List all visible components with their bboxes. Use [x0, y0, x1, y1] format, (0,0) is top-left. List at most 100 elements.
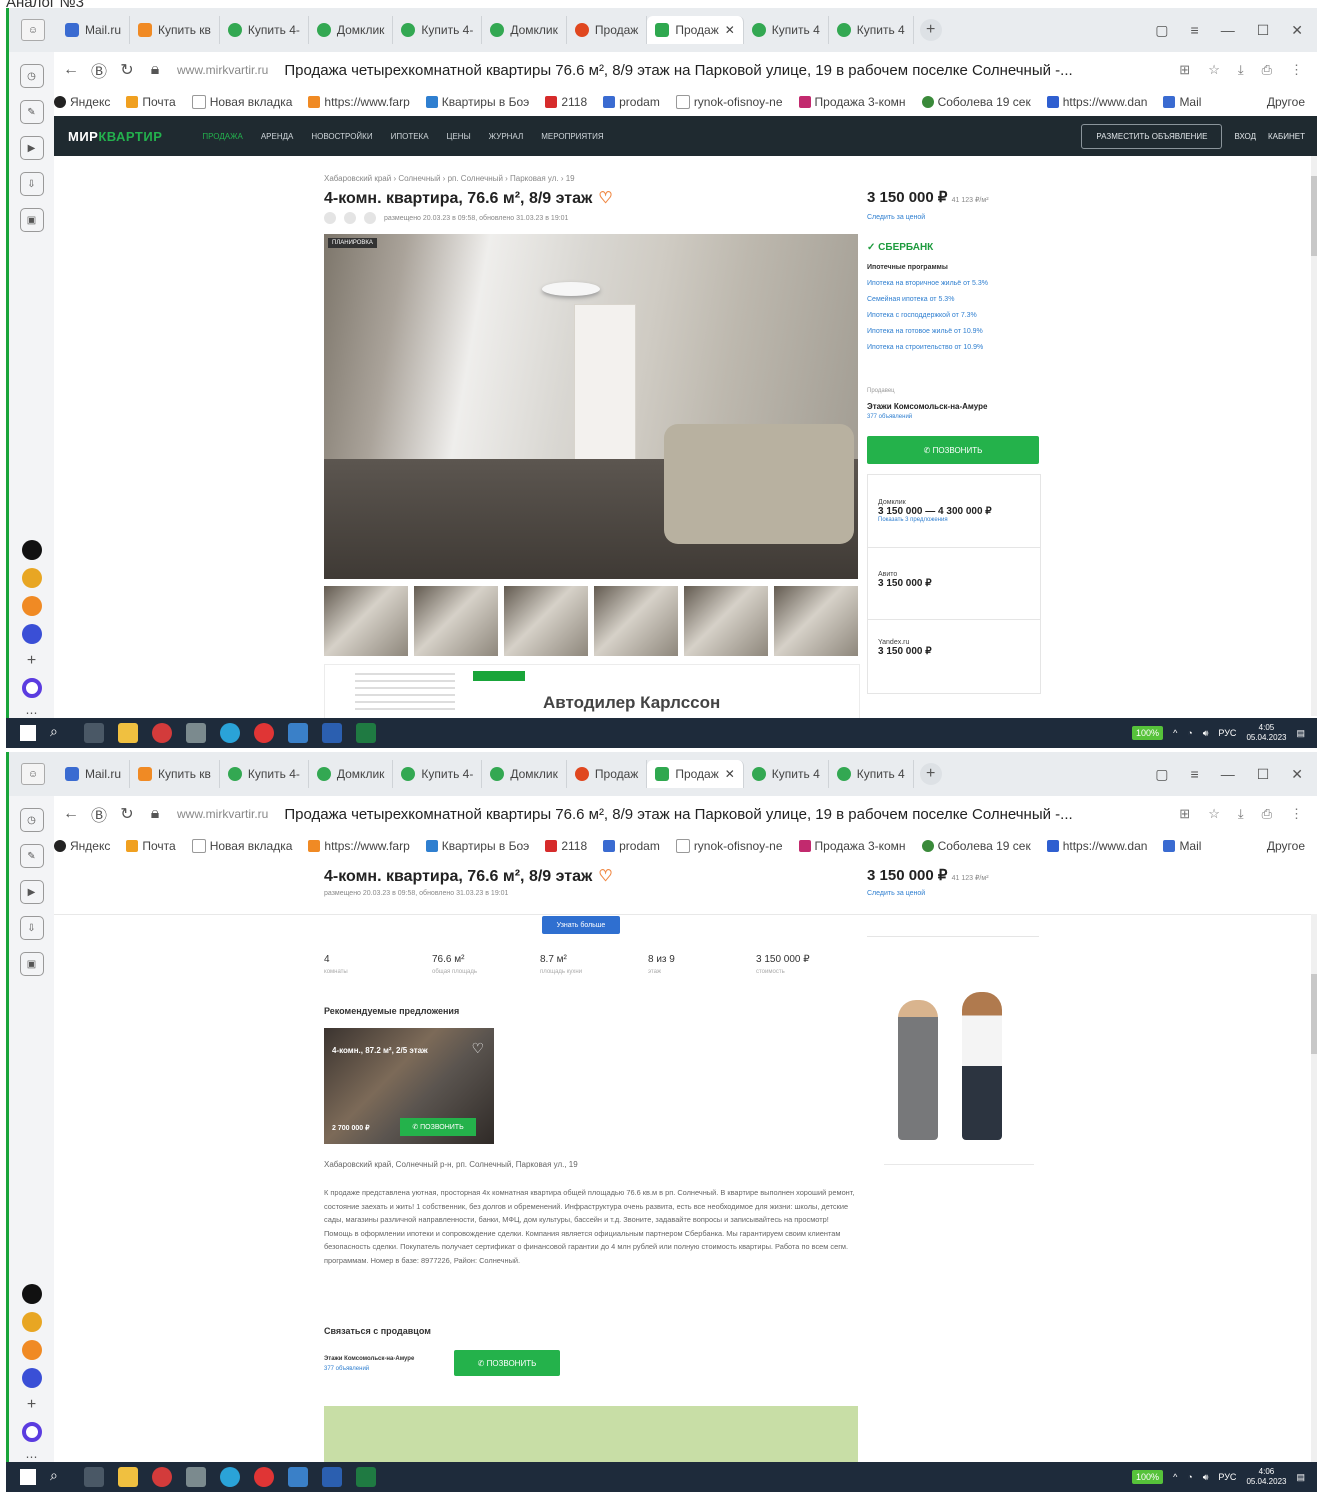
reader-icon[interactable]: ⊞ [1179, 806, 1190, 822]
notes-icon[interactable]: ✎ [19, 100, 44, 124]
close-window-icon[interactable]: ✕ [1291, 22, 1303, 39]
scrollbar-thumb[interactable] [1311, 176, 1317, 256]
share-icon[interactable] [364, 212, 376, 224]
history-icon[interactable]: ◷ [19, 64, 44, 88]
tab-kupit-4[interactable]: Купить 4- [220, 16, 309, 44]
thumbnail[interactable] [414, 586, 498, 656]
tab-kupit-4-d[interactable]: Купить 4 [829, 760, 914, 788]
bookmark-2118[interactable]: 2118 [545, 95, 587, 109]
tab-kupit-4-c[interactable]: Купить 4 [744, 760, 829, 788]
menu-icon[interactable]: ≡ [1191, 766, 1199, 783]
clock[interactable]: 4:06 05.04.2023 [1246, 1467, 1286, 1487]
play-icon[interactable]: ▶ [19, 880, 44, 904]
mortgage-item[interactable]: Ипотека на строительство от 10.9% [867, 344, 988, 351]
menu-icon[interactable]: ≡ [1191, 22, 1199, 39]
photos-icon[interactable] [288, 723, 308, 743]
download-icon[interactable]: ⤓ [1238, 62, 1244, 78]
nav-prodazha[interactable]: Продажа [202, 132, 242, 141]
language-indicator[interactable]: РУС [1218, 1472, 1236, 1482]
volume-icon[interactable]: 🔊︎ [1203, 728, 1209, 739]
back-icon[interactable]: ← [57, 805, 85, 823]
file-explorer-icon[interactable] [118, 723, 138, 743]
close-tab-icon[interactable]: ✕ [725, 767, 735, 781]
back-icon[interactable]: ← [57, 61, 85, 79]
nav-tseny[interactable]: Цены [447, 132, 471, 141]
edge-icon[interactable] [220, 1467, 240, 1487]
contact-seller-name[interactable]: Этажи Комсомольск-на-Амуре [324, 1356, 414, 1362]
bookmark-kvartiry[interactable]: Квартиры в Боэ [425, 95, 529, 109]
downloads-icon[interactable]: ⇩ [19, 172, 44, 196]
page-title-text[interactable]: Продажа четырехкомнатной квартиры 76.6 м… [284, 62, 1165, 79]
tab-prodazh-active[interactable]: Продаж ✕ [647, 16, 744, 44]
show-more-button[interactable]: Узнать больше [542, 916, 620, 934]
bookmark-yandex[interactable]: Яндекс [54, 839, 110, 853]
bookmark-other[interactable]: Другое [1267, 839, 1305, 853]
breadcrumb[interactable]: Хабаровский край › Солнечный › рп. Солне… [324, 174, 575, 183]
thumbnail[interactable] [594, 586, 678, 656]
mortgage-item[interactable]: Ипотека с господдержкой от 7.3% [867, 312, 988, 319]
yandex-b-icon[interactable]: Ⓑ [85, 802, 113, 826]
price-card-yandex[interactable]: Yandex.ru 3 150 000 ₽ [878, 639, 932, 657]
print-icon[interactable] [324, 212, 336, 224]
sberbank-logo[interactable]: ✓ СБЕРБАНК [867, 242, 933, 253]
bookmark-mail[interactable]: Mail [1163, 95, 1201, 109]
price-card-link[interactable]: Показать 3 предложения [878, 517, 992, 523]
bookmark-2118[interactable]: 2118 [545, 839, 587, 853]
app-blue-icon[interactable] [21, 1368, 42, 1388]
minimize-icon[interactable]: — [1221, 22, 1235, 39]
page-scrollbar[interactable] [1311, 156, 1317, 716]
bookmark-pochta[interactable]: Почта [126, 839, 176, 853]
bookmark-farp[interactable]: https://www.farp [308, 839, 410, 853]
notifications-icon[interactable]: ▤ [1296, 728, 1305, 739]
bookmark-star-icon[interactable]: ☆ [1208, 62, 1220, 78]
tab-mailru[interactable]: Mail.ru [57, 760, 131, 788]
tab-domclick[interactable]: Домклик [309, 16, 394, 44]
mortgage-item[interactable]: Ипотека на вторичное жильё от 5.3% [867, 280, 988, 287]
scrollbar-thumb[interactable] [1311, 974, 1317, 1054]
tab-kupit-4-b[interactable]: Купить 4- [393, 760, 483, 788]
bookmark-other[interactable]: Другое [1267, 95, 1305, 109]
add-app-icon[interactable]: + [27, 652, 36, 670]
thumbnail[interactable] [504, 586, 588, 656]
windows-start-icon[interactable] [20, 1469, 36, 1485]
app-orange-icon[interactable] [21, 596, 42, 616]
nav-arenda[interactable]: Аренда [261, 132, 294, 141]
promo-pagination[interactable] [884, 1150, 1034, 1165]
history-icon[interactable]: ◷ [19, 808, 44, 832]
bookmark-new-tab[interactable]: Новая вкладка [191, 95, 292, 109]
search-icon[interactable]: ⌕ [50, 723, 70, 743]
bookmark-soboleva[interactable]: Соболева 19 сек [921, 839, 1031, 853]
page-title-text[interactable]: Продажа четырехкомнатной квартиры 76.6 м… [284, 806, 1165, 823]
location-map[interactable] [324, 1406, 858, 1462]
reader-icon[interactable]: ⊞ [1179, 62, 1190, 78]
contact-seller-listings[interactable]: 377 объявлений [324, 1366, 369, 1372]
main-photo[interactable]: ПЛАНИРОВКА [324, 234, 858, 579]
rec-call-button[interactable]: ✆ ПОЗВОНИТЬ [400, 1118, 476, 1136]
app-yellow-icon[interactable] [21, 1312, 42, 1332]
app-icon[interactable] [186, 723, 206, 743]
maximize-icon[interactable]: ☐ [1257, 22, 1270, 39]
tab-kupit-4-b[interactable]: Купить 4- [393, 16, 483, 44]
contact-call-button[interactable]: ✆ ПОЗВОНИТЬ [454, 1350, 560, 1376]
windows-start-icon[interactable] [20, 725, 36, 741]
call-button[interactable]: ✆ ПОЗВОНИТЬ [867, 436, 1039, 464]
tray-chevron-icon[interactable]: ^ [1173, 1472, 1177, 1482]
battery-indicator[interactable]: 100% [1132, 1470, 1164, 1484]
seller-listings-link[interactable]: 377 объявлений [867, 414, 912, 420]
bookmark-prodam[interactable]: prodam [603, 95, 660, 109]
bookmark-dan[interactable]: https://www.dan [1046, 95, 1147, 109]
url-text[interactable]: www.mirkvartir.ru [177, 63, 268, 77]
language-indicator[interactable]: РУС [1218, 728, 1236, 738]
nav-zhurnal[interactable]: Журнал [489, 132, 524, 141]
bookmark-rynok[interactable]: rynok-ofisnoy-ne [675, 839, 783, 853]
yandex-b-icon[interactable]: Ⓑ [85, 58, 113, 82]
price-card-avito[interactable]: Авито 3 150 000 ₽ [878, 571, 932, 589]
word-icon[interactable] [322, 723, 342, 743]
share-icon[interactable]: ⎙ [1262, 62, 1272, 78]
favorite-heart-icon[interactable]: ♡ [471, 1040, 484, 1057]
excel-icon[interactable] [356, 723, 376, 743]
price-card-domclick[interactable]: Домклик 3 150 000 — 4 300 000 ₽ Показать… [878, 499, 992, 523]
report-icon[interactable] [344, 212, 356, 224]
bookmark-yandex[interactable]: Яндекс [54, 95, 110, 109]
ad-banner[interactable]: Автодилер Карлссон [324, 664, 860, 718]
